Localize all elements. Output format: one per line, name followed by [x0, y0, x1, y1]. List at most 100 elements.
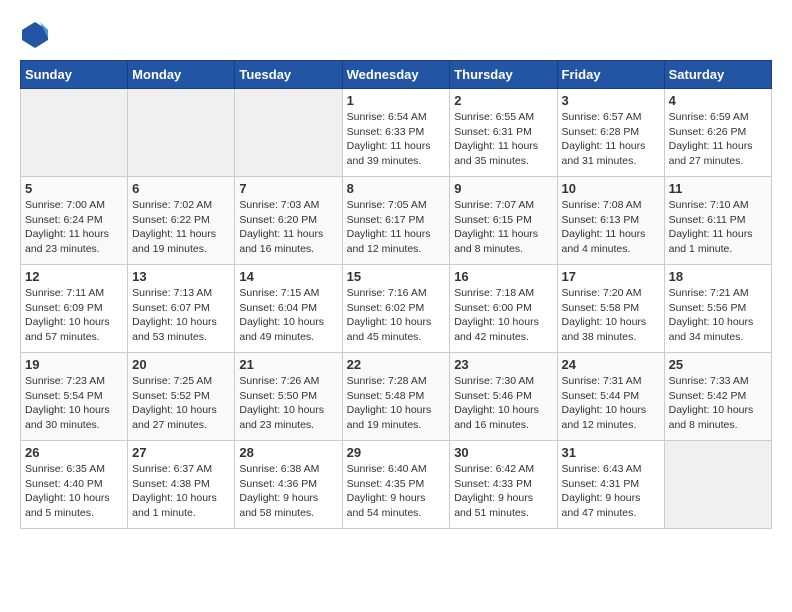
calendar-cell: 27 Sunrise: 6:37 AMSunset: 4:38 PMDayligh…: [128, 441, 235, 529]
calendar-cell: 10 Sunrise: 7:08 AMSunset: 6:13 PMDayligh…: [557, 177, 664, 265]
calendar-cell: 2 Sunrise: 6:55 AMSunset: 6:31 PMDaylight…: [450, 89, 557, 177]
day-info: Sunrise: 6:57 AMSunset: 6:28 PMDaylight:…: [562, 110, 660, 169]
calendar-cell: 3 Sunrise: 6:57 AMSunset: 6:28 PMDaylight…: [557, 89, 664, 177]
calendar-cell: 26 Sunrise: 6:35 AMSunset: 4:40 PMDayligh…: [21, 441, 128, 529]
calendar-cell: [128, 89, 235, 177]
day-number: 26: [25, 445, 123, 460]
day-info: Sunrise: 7:31 AMSunset: 5:44 PMDaylight:…: [562, 374, 660, 433]
calendar-cell: 6Sunrise: 7:02 AMSunset: 6:22 PMDaylight…: [128, 177, 235, 265]
day-info: Sunrise: 6:40 AMSunset: 4:35 PMDaylight:…: [347, 462, 446, 521]
day-number: 19: [25, 357, 123, 372]
weekday-header-tuesday: Tuesday: [235, 61, 342, 89]
day-number: 29: [347, 445, 446, 460]
weekday-header-monday: Monday: [128, 61, 235, 89]
weekday-header-row: SundayMondayTuesdayWednesdayThursdayFrid…: [21, 61, 772, 89]
week-row-3: 12 Sunrise: 7:11 AMSunset: 6:09 PMDayligh…: [21, 265, 772, 353]
day-info: Sunrise: 6:43 AMSunset: 4:31 PMDaylight:…: [562, 462, 660, 521]
day-info: Sunrise: 7:10 AMSunset: 6:11 PMDaylight:…: [669, 198, 767, 257]
day-number: 2: [454, 93, 552, 108]
day-number: 18: [669, 269, 767, 284]
day-number: 28: [239, 445, 337, 460]
calendar-cell: 30 Sunrise: 6:42 AMSunset: 4:33 PMDayligh…: [450, 441, 557, 529]
calendar-cell: 23 Sunrise: 7:30 AMSunset: 5:46 PMDayligh…: [450, 353, 557, 441]
day-info: Sunrise: 6:37 AMSunset: 4:38 PMDaylight:…: [132, 462, 230, 521]
day-number: 3: [562, 93, 660, 108]
day-number: 4: [669, 93, 767, 108]
calendar-cell: 25Sunrise: 7:33 AMSunset: 5:42 PMDayligh…: [664, 353, 771, 441]
day-number: 5: [25, 181, 123, 196]
day-info: Sunrise: 7:21 AMSunset: 5:56 PMDaylight:…: [669, 286, 767, 345]
day-info: Sunrise: 6:42 AMSunset: 4:33 PMDaylight:…: [454, 462, 552, 521]
day-number: 11: [669, 181, 767, 196]
day-number: 7: [239, 181, 337, 196]
day-info: Sunrise: 7:23 AMSunset: 5:54 PMDaylight:…: [25, 374, 123, 433]
calendar-cell: 21Sunrise: 7:26 AMSunset: 5:50 PMDayligh…: [235, 353, 342, 441]
calendar-cell: 16 Sunrise: 7:18 AMSunset: 6:00 PMDayligh…: [450, 265, 557, 353]
day-info: Sunrise: 7:20 AMSunset: 5:58 PMDaylight:…: [562, 286, 660, 345]
calendar-cell: 8Sunrise: 7:05 AMSunset: 6:17 PMDaylight…: [342, 177, 450, 265]
calendar-cell: 1 Sunrise: 6:54 AMSunset: 6:33 PMDaylight…: [342, 89, 450, 177]
day-number: 22: [347, 357, 446, 372]
day-number: 10: [562, 181, 660, 196]
week-row-5: 26 Sunrise: 6:35 AMSunset: 4:40 PMDayligh…: [21, 441, 772, 529]
day-info: Sunrise: 7:13 AMSunset: 6:07 PMDaylight:…: [132, 286, 230, 345]
day-number: 21: [239, 357, 337, 372]
day-info: Sunrise: 7:33 AMSunset: 5:42 PMDaylight:…: [669, 374, 767, 433]
calendar-cell: 29 Sunrise: 6:40 AMSunset: 4:35 PMDayligh…: [342, 441, 450, 529]
calendar-cell: 9 Sunrise: 7:07 AMSunset: 6:15 PMDaylight…: [450, 177, 557, 265]
calendar-cell: 12 Sunrise: 7:11 AMSunset: 6:09 PMDayligh…: [21, 265, 128, 353]
weekday-header-friday: Friday: [557, 61, 664, 89]
day-number: 31: [562, 445, 660, 460]
calendar-cell: 15 Sunrise: 7:16 AMSunset: 6:02 PMDayligh…: [342, 265, 450, 353]
day-info: Sunrise: 7:03 AMSunset: 6:20 PMDaylight:…: [239, 198, 337, 257]
day-number: 16: [454, 269, 552, 284]
day-number: 12: [25, 269, 123, 284]
day-number: 17: [562, 269, 660, 284]
day-number: 13: [132, 269, 230, 284]
day-info: Sunrise: 7:11 AMSunset: 6:09 PMDaylight:…: [25, 286, 123, 345]
day-info: Sunrise: 7:08 AMSunset: 6:13 PMDaylight:…: [562, 198, 660, 257]
calendar-cell: [21, 89, 128, 177]
calendar-cell: 14Sunrise: 7:15 AMSunset: 6:04 PMDayligh…: [235, 265, 342, 353]
calendar-cell: 7 Sunrise: 7:03 AMSunset: 6:20 PMDaylight…: [235, 177, 342, 265]
calendar-cell: [664, 441, 771, 529]
day-info: Sunrise: 6:55 AMSunset: 6:31 PMDaylight:…: [454, 110, 552, 169]
weekday-header-sunday: Sunday: [21, 61, 128, 89]
day-number: 27: [132, 445, 230, 460]
day-info: Sunrise: 6:59 AMSunset: 6:26 PMDaylight:…: [669, 110, 767, 169]
calendar-cell: 31 Sunrise: 6:43 AMSunset: 4:31 PMDayligh…: [557, 441, 664, 529]
calendar-table: SundayMondayTuesdayWednesdayThursdayFrid…: [20, 60, 772, 529]
calendar-cell: 13 Sunrise: 7:13 AMSunset: 6:07 PMDayligh…: [128, 265, 235, 353]
day-info: Sunrise: 7:16 AMSunset: 6:02 PMDaylight:…: [347, 286, 446, 345]
calendar-cell: 17 Sunrise: 7:20 AMSunset: 5:58 PMDayligh…: [557, 265, 664, 353]
calendar-cell: 19 Sunrise: 7:23 AMSunset: 5:54 PMDayligh…: [21, 353, 128, 441]
day-number: 20: [132, 357, 230, 372]
day-number: 15: [347, 269, 446, 284]
day-info: Sunrise: 7:28 AMSunset: 5:48 PMDaylight:…: [347, 374, 446, 433]
day-number: 14: [239, 269, 337, 284]
page-header: [20, 20, 772, 50]
weekday-header-saturday: Saturday: [664, 61, 771, 89]
logo-icon: [20, 20, 50, 50]
calendar-cell: 11 Sunrise: 7:10 AMSunset: 6:11 PMDayligh…: [664, 177, 771, 265]
day-info: Sunrise: 7:07 AMSunset: 6:15 PMDaylight:…: [454, 198, 552, 257]
day-number: 1: [347, 93, 446, 108]
day-number: 30: [454, 445, 552, 460]
day-info: Sunrise: 7:02 AMSunset: 6:22 PMDaylight:…: [132, 198, 230, 257]
logo: [20, 20, 54, 50]
weekday-header-thursday: Thursday: [450, 61, 557, 89]
day-info: Sunrise: 7:18 AMSunset: 6:00 PMDaylight:…: [454, 286, 552, 345]
calendar-cell: 5Sunrise: 7:00 AMSunset: 6:24 PMDaylight…: [21, 177, 128, 265]
day-info: Sunrise: 6:54 AMSunset: 6:33 PMDaylight:…: [347, 110, 446, 169]
day-number: 23: [454, 357, 552, 372]
day-number: 9: [454, 181, 552, 196]
day-number: 24: [562, 357, 660, 372]
day-info: Sunrise: 7:05 AMSunset: 6:17 PMDaylight:…: [347, 198, 446, 257]
day-info: Sunrise: 7:25 AMSunset: 5:52 PMDaylight:…: [132, 374, 230, 433]
week-row-4: 19 Sunrise: 7:23 AMSunset: 5:54 PMDayligh…: [21, 353, 772, 441]
day-info: Sunrise: 7:30 AMSunset: 5:46 PMDaylight:…: [454, 374, 552, 433]
week-row-1: 1 Sunrise: 6:54 AMSunset: 6:33 PMDaylight…: [21, 89, 772, 177]
calendar-cell: 18 Sunrise: 7:21 AMSunset: 5:56 PMDayligh…: [664, 265, 771, 353]
day-info: Sunrise: 6:35 AMSunset: 4:40 PMDaylight:…: [25, 462, 123, 521]
day-info: Sunrise: 6:38 AMSunset: 4:36 PMDaylight:…: [239, 462, 337, 521]
